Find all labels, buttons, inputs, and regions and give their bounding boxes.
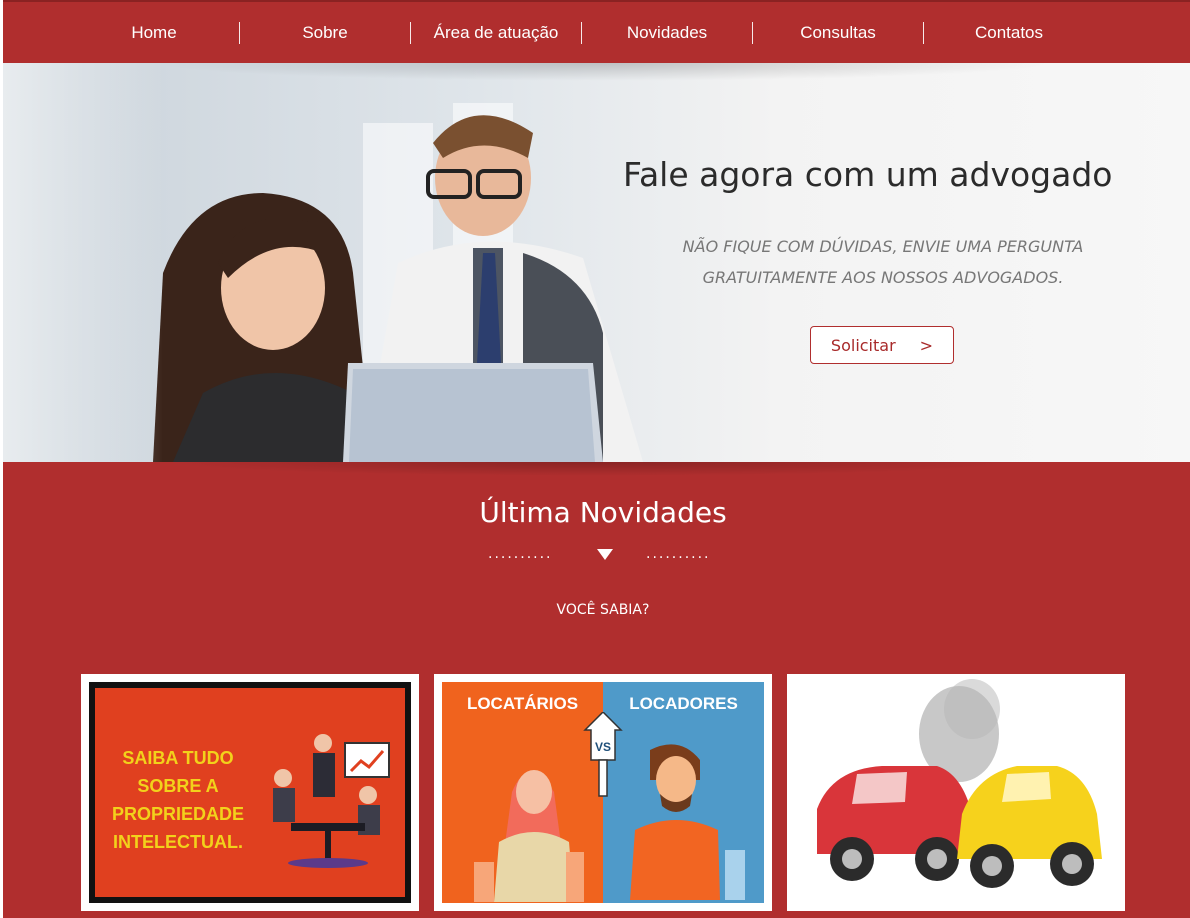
hero-photo-people-laptop: [3, 63, 643, 462]
card-caption-line: PROPRIEDADE: [111, 804, 245, 824]
card-caption-line: SAIBA TUDO: [122, 748, 234, 768]
house-key-icon: [583, 712, 623, 797]
card-caption-line: SOBRE A: [137, 776, 219, 796]
nav-novidades[interactable]: Novidades: [582, 23, 752, 43]
hero-top-shadow: [153, 63, 1053, 81]
meeting-illustration: [273, 734, 390, 868]
hero-banner: Fale agora com um advogado NÃO FIQUE COM…: [3, 63, 1190, 462]
nav-area-de-atuacao[interactable]: Área de atuação: [411, 23, 581, 43]
chevron-down-icon: [597, 549, 613, 560]
news-top-shadow: [163, 462, 1023, 476]
solicitar-button-label: Solicitar: [830, 335, 896, 355]
divider-dots-left: ..........: [488, 546, 553, 562]
card-left-label: LOCATÁRIOS: [466, 694, 579, 713]
nav-contatos[interactable]: Contatos: [924, 23, 1094, 43]
card-caption-line: INTELECTUAL.: [113, 832, 243, 852]
news-section: Última Novidades .......... .......... V…: [3, 462, 1190, 918]
news-title: Última Novidades: [479, 496, 727, 529]
solicitar-button[interactable]: Solicitar >: [810, 326, 954, 364]
vs-label: VS: [594, 740, 611, 754]
card-image-bg: SAIBA TUDO SOBRE A PROPRIEDADE INTELECTU…: [95, 688, 405, 897]
landlord-man-illustration: [630, 744, 745, 900]
news-card-propriedade-intelectual[interactable]: SAIBA TUDO SOBRE A PROPRIEDADE INTELECTU…: [81, 674, 419, 911]
hero-subtitle: NÃO FIQUE COM DÚVIDAS, ENVIE UMA PERGUNT…: [643, 231, 1123, 293]
nav-consultas[interactable]: Consultas: [753, 23, 923, 43]
nav-home[interactable]: Home: [69, 23, 239, 43]
news-kicker: VOCÊ SABIA?: [556, 602, 650, 618]
nav-sobre[interactable]: Sobre: [240, 23, 410, 43]
news-card-accident[interactable]: [787, 674, 1125, 911]
tenant-woman-illustration: [474, 770, 584, 902]
news-card-locatarios-vs-locadores[interactable]: LOCATÁRIOS LOCADORES VS: [434, 674, 772, 911]
divider-dots-right: ..........: [646, 546, 711, 562]
top-nav: Home Sobre Área de atuação Novidades Con…: [3, 0, 1190, 63]
card-right-label: LOCADORES: [629, 694, 738, 713]
title-divider: .......... ..........: [488, 546, 728, 562]
card-caption: SAIBA TUDO SOBRE A PROPRIEDADE INTELECTU…: [103, 744, 253, 856]
hero-subtitle-line: NÃO FIQUE COM DÚVIDAS, ENVIE UMA PERGUNT…: [682, 237, 1084, 256]
hero-subtitle-line: GRATUITAMENTE AOS NOSSOS ADVOGADOS.: [702, 268, 1064, 287]
car-crash-illustration: [817, 679, 1102, 888]
hero-title: Fale agora com um advogado: [623, 155, 1113, 194]
chevron-right-icon: >: [919, 335, 934, 355]
